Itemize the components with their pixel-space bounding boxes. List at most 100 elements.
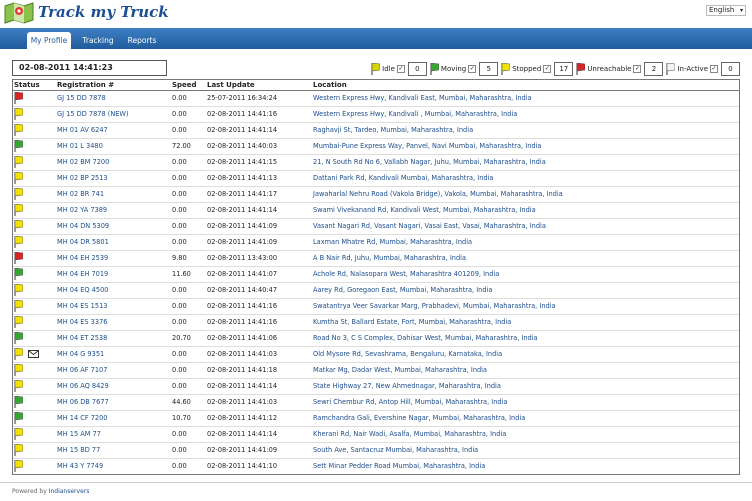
table-row[interactable]: GJ 15 DD 7878 (NEW) 0.00 02-08-2011 14:41:…	[13, 107, 739, 123]
registration-link[interactable]: MH 06 AF 7107	[57, 363, 107, 378]
filter-checkbox[interactable]: ✓	[633, 64, 642, 73]
location-link[interactable]: A B Nair Rd, Juhu, Mumbai, Maharashtra, …	[313, 251, 466, 266]
table-row[interactable]: MH 43 Y 7749 0.00 02-08-2011 14:41:10 Sett …	[13, 459, 739, 474]
location-link[interactable]: Sett Minar Pedder Road Mumbai, Maharasht…	[313, 459, 485, 474]
registration-link[interactable]: MH 04 DN 5309	[57, 219, 109, 234]
location-link[interactable]: Ramchandra Gali, Evershine Nagar, Mumbai…	[313, 411, 525, 426]
flag-icon	[14, 443, 24, 456]
speed-value: 44.60	[172, 398, 191, 406]
table-row[interactable]: MH 01 AV 6247 0.00 02-08-2011 14:41:14 Ragh…	[13, 123, 739, 139]
table-row[interactable]: MH 04 DN 5309 0.00 02-08-2011 14:41:09 Vasa…	[13, 219, 739, 235]
registration-link[interactable]: MH 04 DR 5801	[57, 235, 109, 250]
registration-link[interactable]: MH 04 EQ 4500	[57, 283, 108, 298]
table-row[interactable]: MH 06 DB 7677 44.60 02-08-2011 14:41:03 Sew…	[13, 395, 739, 411]
table-row[interactable]: MH 02 BP 2513 0.00 02-08-2011 14:41:13 Datt…	[13, 171, 739, 187]
table-row[interactable]: MH 04 ES 1513 0.00 02-08-2011 14:41:16 Swat…	[13, 299, 739, 315]
flag-icon	[14, 91, 24, 104]
status-stopped	[14, 443, 26, 457]
language-select[interactable]: English ▾	[706, 5, 746, 16]
location-link[interactable]: Road No 3, C S Complex, Dahisar West, Mu…	[313, 331, 538, 346]
col-registration[interactable]: Registration #	[57, 80, 114, 91]
registration-link[interactable]: MH 15 BD 77	[57, 443, 100, 458]
registration-link[interactable]: MH 01 AV 6247	[57, 123, 108, 138]
location-link[interactable]: Raghavji St, Tardeo, Mumbai, Maharashtra…	[313, 123, 473, 138]
location-link[interactable]: Mumbai-Pune Express Way, Panvel, Navi Mu…	[313, 139, 541, 154]
location-link[interactable]: Jawaharlal Nehru Road (Vakola Bridge), V…	[313, 187, 563, 202]
location-link[interactable]: Kumtha St, Ballard Estate, Fort, Mumbai,…	[313, 315, 511, 330]
location-link[interactable]: Aarey Rd, Goregaon East, Mumbai, Maharas…	[313, 283, 492, 298]
location-link[interactable]: South Ave, Santacruz Mumbai, Maharashtra…	[313, 443, 478, 458]
speed-value: 0.00	[172, 222, 187, 230]
col-last-update[interactable]: Last Update	[207, 80, 255, 91]
table-row[interactable]: MH 04 G 9351 0.00 02-08-2011 14:41:03 Old M…	[13, 347, 739, 363]
table-row[interactable]: MH 04 EH 7019 11.60 02-08-2011 14:41:07 Ach…	[13, 267, 739, 283]
table-row[interactable]: MH 02 YA 7389 0.00 02-08-2011 14:41:14 Swam…	[13, 203, 739, 219]
last-update-value: 02-08-2011 14:41:14	[207, 126, 278, 134]
table-row[interactable]: MH 15 BD 77 0.00 02-08-2011 14:41:09 South …	[13, 443, 739, 459]
location-link[interactable]: Matkar Mg, Dadar West, Mumbai, Maharasht…	[313, 363, 487, 378]
tab-reports[interactable]: Reports	[124, 32, 160, 49]
flag-icon	[14, 171, 24, 184]
filter-checkbox[interactable]: ✓	[396, 64, 405, 73]
registration-link[interactable]: MH 02 BM 7200	[57, 155, 109, 170]
registration-link[interactable]: MH 02 BP 2513	[57, 171, 108, 186]
registration-link[interactable]: MH 04 EH 7019	[57, 267, 108, 282]
tab-tracking[interactable]: Tracking	[80, 32, 116, 49]
table-row[interactable]: GJ 15 DD 7878 0.00 25-07-2011 16:34:24 West…	[13, 91, 739, 107]
location-link[interactable]: Western Express Hwy, Kandivali , Mumbai,…	[313, 107, 517, 122]
table-row[interactable]: MH 01 L 3480 72.00 02-08-2011 14:40:03 Mumb…	[13, 139, 739, 155]
table-row[interactable]: MH 02 BR 741 0.00 02-08-2011 14:41:17 Jawah…	[13, 187, 739, 203]
col-speed[interactable]: Speed	[172, 80, 197, 91]
truck-map-logo-icon	[4, 2, 34, 24]
registration-link[interactable]: GJ 15 DD 7878	[57, 91, 106, 106]
table-row[interactable]: MH 04 EQ 4500 0.00 02-08-2011 14:40:47 Aare…	[13, 283, 739, 299]
location-link[interactable]: 21, N South Rd No 6, Vallabh Nagar, Juhu…	[313, 155, 546, 170]
registration-link[interactable]: MH 04 ES 1513	[57, 299, 107, 314]
table-row[interactable]: MH 02 BM 7200 0.00 02-08-2011 14:41:15 21, …	[13, 155, 739, 171]
location-link[interactable]: Laxman Mhatre Rd, Mumbai, Maharashtra, I…	[313, 235, 472, 250]
registration-link[interactable]: MH 06 AQ 8429	[57, 379, 109, 394]
table-row[interactable]: MH 04 EH 2539 9.80 02-08-2011 13:43:00 A B …	[13, 251, 739, 267]
registration-link[interactable]: MH 15 AM 77	[57, 427, 101, 442]
table-row[interactable]: MH 06 AQ 8429 0.00 02-08-2011 14:41:14 Stat…	[13, 379, 739, 395]
location-link[interactable]: Sewri Chembur Rd, Antop Hill, Mumbai, Ma…	[313, 395, 507, 410]
col-status[interactable]: Status	[14, 80, 40, 91]
registration-link[interactable]: MH 43 Y 7749	[57, 459, 103, 474]
app-logo[interactable]: Track my Truck	[4, 1, 169, 25]
location-link[interactable]: Old Mysore Rd, Sevashrama, Bengaluru, Ka…	[313, 347, 502, 362]
table-row[interactable]: MH 15 AM 77 0.00 02-08-2011 14:41:14 Kheran…	[13, 427, 739, 443]
location-link[interactable]: Swatantrya Veer Savarkar Marg, Prabhadev…	[313, 299, 556, 314]
registration-link[interactable]: GJ 15 DD 7878 (NEW)	[57, 107, 129, 122]
table-row[interactable]: MH 14 CF 7200 10.70 02-08-2011 14:41:12 Ram…	[13, 411, 739, 427]
location-link[interactable]: Vasant Nagari Rd, Vasant Nagari, Vasai E…	[313, 219, 546, 234]
registration-link[interactable]: MH 01 L 3480	[57, 139, 103, 154]
registration-link[interactable]: MH 04 EH 2539	[57, 251, 108, 266]
registration-link[interactable]: MH 04 ES 3376	[57, 315, 107, 330]
location-link[interactable]: Dattani Park Rd, Kandivali Mumbai, Mahar…	[313, 171, 493, 186]
filter-checkbox[interactable]: ✓	[543, 64, 552, 73]
footer-link[interactable]: Indianservers	[49, 488, 90, 495]
tab-my-profile[interactable]: My Profile	[27, 32, 71, 49]
table-row[interactable]: MH 06 AF 7107 0.00 02-08-2011 14:41:18 Matk…	[13, 363, 739, 379]
filter-idle: Idle ✓ 0	[371, 61, 427, 76]
location-link[interactable]: Swami Vivekanand Rd, Kandivali West, Mum…	[313, 203, 536, 218]
registration-link[interactable]: MH 04 G 9351	[57, 347, 104, 362]
registration-link[interactable]: MH 02 YA 7389	[57, 203, 107, 218]
table-row[interactable]: MH 04 DR 5801 0.00 02-08-2011 14:41:09 Laxm…	[13, 235, 739, 251]
registration-link[interactable]: MH 14 CF 7200	[57, 411, 108, 426]
location-link[interactable]: State Highway 27, New Ahmednagar, Mahara…	[313, 379, 501, 394]
table-row[interactable]: MH 04 ES 3376 0.00 02-08-2011 14:41:16 Kumt…	[13, 315, 739, 331]
location-link[interactable]: Kherani Rd, Nair Wadi, Asalfa, Mumbai, M…	[313, 427, 506, 442]
table-row[interactable]: MH 04 ET 2538 20.70 02-08-2011 14:41:06 Roa…	[13, 331, 739, 347]
location-link[interactable]: Western Express Hwy, Kandivali East, Mum…	[313, 91, 532, 106]
last-update-value: 02-08-2011 14:41:16	[207, 318, 278, 326]
col-location[interactable]: Location	[313, 80, 347, 91]
filter-checkbox[interactable]: ✓	[710, 64, 718, 73]
registration-link[interactable]: MH 04 ET 2538	[57, 331, 107, 346]
registration-link[interactable]: MH 06 DB 7677	[57, 395, 109, 410]
speed-value: 10.70	[172, 414, 191, 422]
envelope-icon[interactable]	[28, 350, 39, 358]
location-link[interactable]: Achole Rd, Nalasopara West, Maharashtra …	[313, 267, 499, 282]
registration-link[interactable]: MH 02 BR 741	[57, 187, 104, 202]
filter-checkbox[interactable]: ✓	[468, 64, 477, 73]
